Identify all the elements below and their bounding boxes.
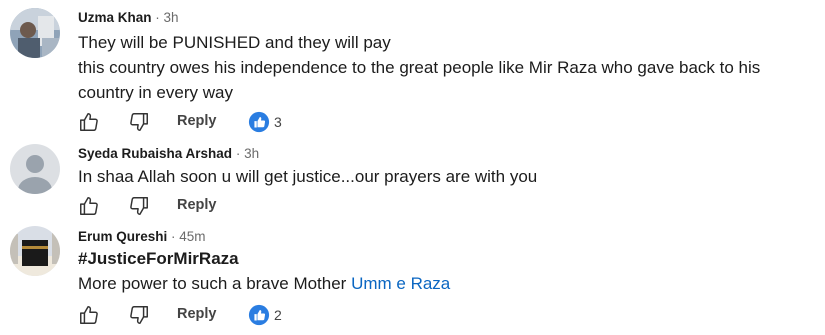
avatar[interactable] <box>10 226 60 276</box>
comment-body: They will be PUNISHED and they will pay … <box>78 30 813 105</box>
comment-line: More power to such a brave Mother Umm e … <box>78 271 813 296</box>
thumbs-up-icon[interactable] <box>78 111 100 133</box>
thumbs-down-icon[interactable] <box>128 195 150 217</box>
comment-body: In shaa Allah soon u will get justice...… <box>78 164 813 189</box>
thumbs-down-icon[interactable] <box>128 304 150 326</box>
timestamp[interactable]: · 45m <box>171 229 206 244</box>
comment-header: Erum Qureshi · 45m <box>78 229 206 244</box>
hashtag[interactable]: #JusticeForMirRaza <box>78 246 813 271</box>
author-name[interactable]: Erum Qureshi <box>78 229 167 244</box>
like-count: 2 <box>274 307 282 323</box>
thumbs-down-icon[interactable] <box>128 111 150 133</box>
mention-link[interactable]: Umm e Raza <box>351 274 450 293</box>
like-badge-icon <box>248 304 270 326</box>
comment-body: #JusticeForMirRaza More power to such a … <box>78 246 813 296</box>
like-count: 3 <box>274 114 282 130</box>
author-name[interactable]: Syeda Rubaisha Arshad <box>78 146 232 161</box>
thumbs-up-icon[interactable] <box>78 195 100 217</box>
avatar[interactable] <box>10 8 60 58</box>
like-badge-icon <box>248 111 270 133</box>
reply-button[interactable]: Reply <box>177 197 217 213</box>
comment-line: They will be PUNISHED and they will pay <box>78 33 391 52</box>
reply-button[interactable]: Reply <box>177 306 217 322</box>
reply-button[interactable]: Reply <box>177 113 217 129</box>
thumbs-up-icon[interactable] <box>78 304 100 326</box>
avatar[interactable] <box>10 144 60 194</box>
comment-line: In shaa Allah soon u will get justice...… <box>78 167 538 186</box>
like-reaction[interactable]: 2 <box>248 304 282 326</box>
author-name[interactable]: Uzma Khan <box>78 10 152 25</box>
comment-text: More power to such a brave Mother <box>78 274 352 293</box>
like-reaction[interactable]: 3 <box>248 111 282 133</box>
comment-header: Syeda Rubaisha Arshad · 3h <box>78 146 259 161</box>
comment-header: Uzma Khan · 3h <box>78 10 179 25</box>
timestamp[interactable]: · 3h <box>236 146 259 161</box>
timestamp[interactable]: · 3h <box>155 10 178 25</box>
comment-line: this country owes his independence to th… <box>78 58 761 102</box>
